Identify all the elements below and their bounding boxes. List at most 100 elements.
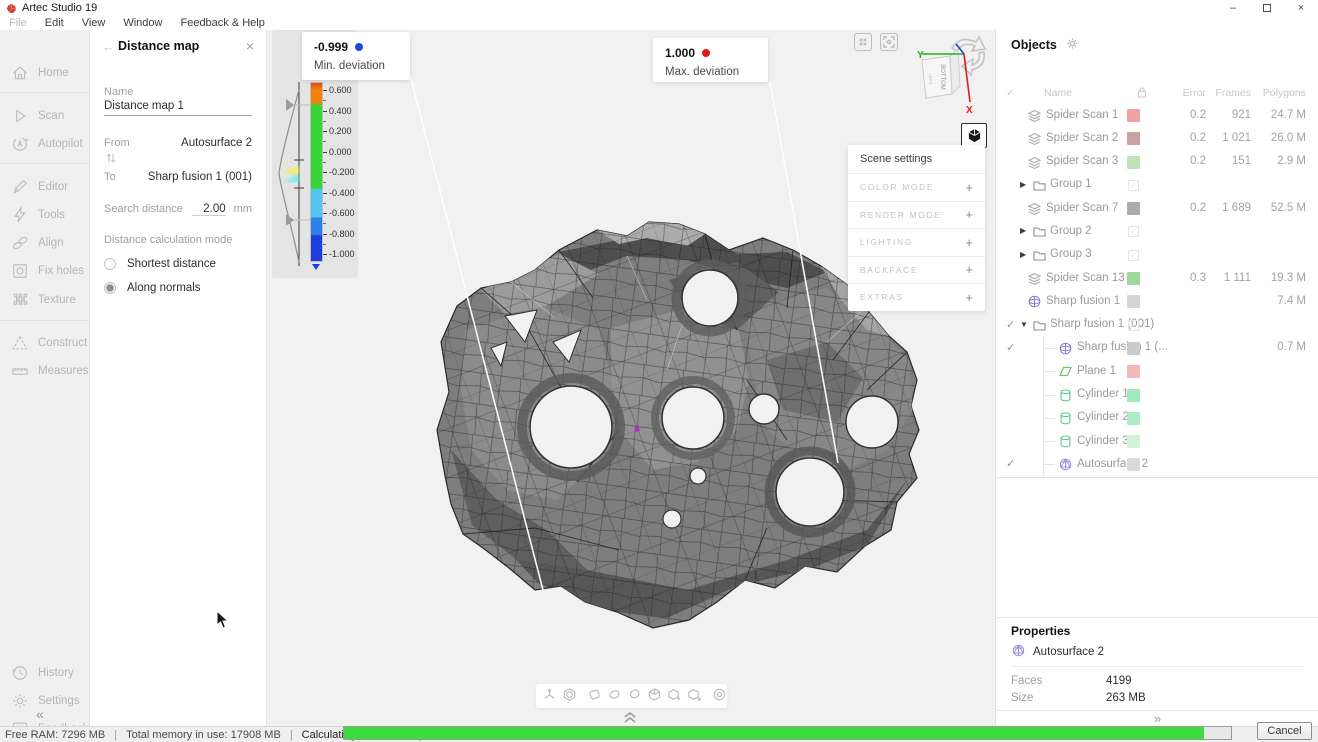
cube-plus-icon[interactable]: [667, 687, 682, 705]
cube-x-icon[interactable]: [687, 687, 702, 705]
color-swatch[interactable]: [1127, 272, 1140, 286]
object-row-sharp-fusion-1[interactable]: ✓ Sharp fusion 1 (... 0.7 M: [996, 336, 1318, 361]
eraser-disc-icon[interactable]: [712, 687, 727, 705]
scene-section-render-mode[interactable]: RENDER MODE +: [848, 200, 985, 229]
swap-from-to-icon[interactable]: [105, 152, 117, 164]
row-check-icon[interactable]: ✓: [1006, 318, 1015, 331]
color-swatch[interactable]: [1127, 202, 1140, 216]
scene-section-backface[interactable]: BACKFACE +: [848, 255, 985, 284]
object-row-sharp-fusion-1[interactable]: Sharp fusion 1 7.4 M: [996, 290, 1318, 313]
object-row-autosurface-2[interactable]: ✓ Autosurface 2: [996, 453, 1318, 477]
object-row-group-1[interactable]: ▶ Group 1 ✓: [996, 174, 1318, 197]
object-row-cylinder-2[interactable]: Cylinder 2: [996, 406, 1318, 431]
object-row-sharp-fusion-1-001[interactable]: ✓ ▼ Sharp fusion 1 (001) ✓: [996, 314, 1318, 337]
ghost-checkbox-icon[interactable]: ✓: [1128, 179, 1139, 191]
sidebar-item-editor[interactable]: Editor: [0, 174, 90, 200]
menu-feedback-help[interactable]: Feedback & Help: [171, 17, 273, 29]
axis-orientation-widget[interactable]: BOTTOM LEFT Y X: [898, 32, 998, 120]
menu-window[interactable]: Window: [114, 17, 171, 29]
expander-collapsed-icon[interactable]: ▶: [1020, 180, 1026, 189]
color-swatch[interactable]: [1127, 365, 1140, 379]
color-swatch[interactable]: [1127, 435, 1140, 449]
object-row-group-2[interactable]: ▶ Group 2 ✓: [996, 220, 1318, 243]
expander-collapsed-icon[interactable]: ▶: [1020, 250, 1026, 259]
close-button[interactable]: ×: [1284, 0, 1318, 16]
sidebar-item-fix-holes[interactable]: Fix holes: [0, 258, 90, 284]
scene-section-extras[interactable]: EXTRAS +: [848, 283, 985, 311]
close-icon[interactable]: ×: [246, 38, 254, 54]
menu-view[interactable]: View: [73, 17, 115, 29]
from-value[interactable]: Autosurface 2: [181, 137, 252, 149]
multiview-button[interactable]: [854, 33, 872, 51]
maximize-button[interactable]: [1250, 0, 1284, 16]
object-row-spider-scan-3[interactable]: Spider Scan 3 0.2 151 2.9 M: [996, 151, 1318, 174]
object-row-spider-scan-13[interactable]: Spider Scan 13 0.3 1 111 19.3 M: [996, 267, 1318, 290]
ghost-checkbox-icon[interactable]: ✓: [1128, 226, 1139, 238]
colorbar-range-handles[interactable]: [282, 98, 312, 228]
lasso-ellipse-icon[interactable]: [607, 687, 622, 705]
cube-orbit-icon[interactable]: [562, 687, 577, 705]
lasso-freeform-icon[interactable]: [627, 687, 642, 705]
color-swatch[interactable]: [1127, 295, 1140, 309]
expander-expanded-icon[interactable]: ▼: [1020, 320, 1028, 329]
colorbar-bottom-pointer[interactable]: [312, 264, 320, 270]
menu-edit[interactable]: Edit: [36, 17, 73, 29]
sidebar-item-label: Fix holes: [38, 265, 85, 277]
color-swatch[interactable]: [1127, 109, 1140, 122]
color-swatch[interactable]: [1127, 132, 1140, 146]
object-row-spider-scan-1[interactable]: Spider Scan 1 0.2 921 24.7 M: [996, 104, 1318, 127]
column-polygons: Polygons: [1262, 87, 1306, 99]
object-row-spider-scan-7[interactable]: Spider Scan 7 0.2 1 689 52.5 M: [996, 197, 1318, 220]
name-input[interactable]: [104, 100, 252, 116]
sidebar-item-settings[interactable]: Settings: [0, 688, 90, 714]
color-swatch[interactable]: [1127, 388, 1140, 402]
expand-plus-icon[interactable]: +: [965, 207, 973, 222]
objects-settings-gear-icon[interactable]: [1066, 37, 1079, 53]
expand-plus-icon[interactable]: +: [965, 180, 973, 195]
radio-shortest-distance[interactable]: Shortest distance: [104, 256, 254, 272]
color-swatch[interactable]: [1127, 155, 1140, 169]
radio-along-normals[interactable]: Along normals: [104, 280, 254, 296]
expander-collapsed-icon[interactable]: ▶: [1020, 226, 1026, 235]
row-check-icon[interactable]: ✓: [1006, 457, 1015, 470]
object-row-cylinder-3[interactable]: Cylinder 3: [996, 430, 1318, 454]
toolbar-expand-chevron[interactable]: [614, 711, 646, 723]
sidebar-item-measures[interactable]: Measures: [0, 358, 90, 384]
cancel-button[interactable]: Cancel: [1257, 722, 1312, 740]
minimize-button[interactable]: –: [1216, 0, 1250, 16]
object-row-spider-scan-2[interactable]: Spider Scan 2 0.2 1 021 26.0 M: [996, 127, 1318, 150]
row-check-icon[interactable]: ✓: [1006, 341, 1015, 354]
scene-section-color-mode[interactable]: COLOR MODE +: [848, 173, 985, 201]
lasso-rect-icon[interactable]: [587, 687, 602, 705]
color-swatch[interactable]: [1127, 411, 1140, 425]
sidebar-item-history[interactable]: History: [0, 660, 90, 686]
fit-view-button[interactable]: [880, 33, 898, 51]
sidebar-item-tools[interactable]: Tools: [0, 202, 90, 228]
expand-plus-icon[interactable]: +: [965, 262, 973, 277]
object-row-cylinder-1[interactable]: Cylinder 1: [996, 383, 1318, 407]
sidebar-item-home[interactable]: Home: [0, 60, 90, 86]
expand-plus-icon[interactable]: +: [965, 235, 973, 250]
object-row-plane-1[interactable]: Plane 1: [996, 360, 1318, 384]
3d-axes-icon[interactable]: [542, 687, 557, 705]
sidebar-item-autopilot[interactable]: Autopilot: [0, 131, 90, 157]
scene-section-lighting[interactable]: LIGHTING +: [848, 228, 985, 256]
color-swatch[interactable]: [1127, 458, 1140, 472]
ghost-checkbox-icon[interactable]: ✓: [1128, 249, 1139, 261]
to-value[interactable]: Sharp fusion 1 (001): [148, 171, 252, 183]
expand-plus-icon[interactable]: +: [965, 290, 973, 305]
sidebar-item-align[interactable]: Align: [0, 230, 90, 256]
menu-file[interactable]: File: [0, 17, 36, 29]
scan-layers-icon: [1027, 131, 1042, 149]
sidebar-item-scan[interactable]: Scan: [0, 103, 90, 129]
sidebar-item-texture[interactable]: Texture: [0, 287, 90, 313]
cutoff-cube-icon[interactable]: [647, 687, 662, 705]
deviation-color-scale[interactable]: [310, 82, 323, 262]
sidebar-item-construct[interactable]: Construct: [0, 330, 90, 356]
back-arrow-icon[interactable]: ←: [102, 39, 118, 54]
color-swatch[interactable]: [1127, 341, 1140, 355]
3d-model-engine-casting[interactable]: [267, 30, 995, 726]
object-row-group-3[interactable]: ▶ Group 3 ✓: [996, 244, 1318, 267]
ghost-checkbox-icon[interactable]: ✓: [1128, 319, 1139, 331]
search-distance-input[interactable]: [191, 203, 226, 216]
